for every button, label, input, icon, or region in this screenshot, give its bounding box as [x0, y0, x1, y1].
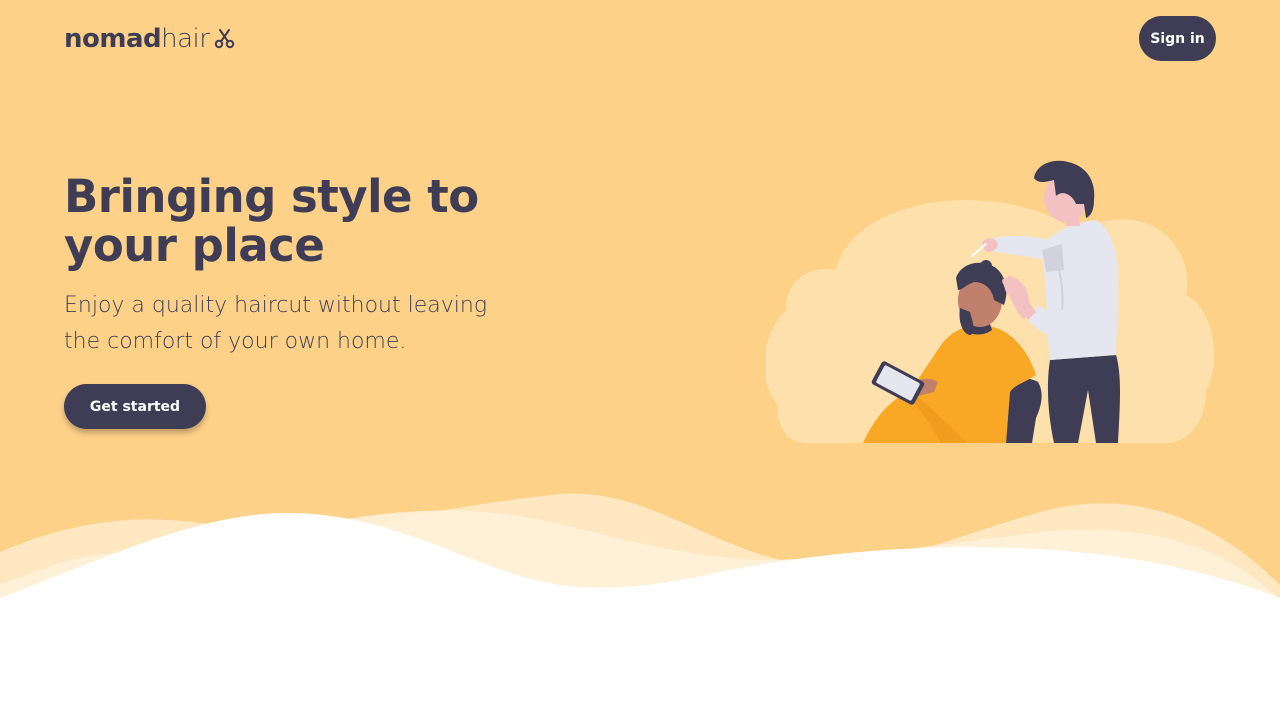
barber-illustration — [766, 160, 1215, 443]
site-header: nomad hair Sign in — [64, 16, 1216, 61]
hero-subtitle: Enjoy a quality haircut without leaving … — [64, 293, 488, 354]
sign-in-button[interactable]: Sign in — [1139, 16, 1216, 61]
hero-headline: Bringing style to your place — [64, 170, 479, 272]
get-started-button[interactable]: Get started — [64, 384, 206, 429]
scissors-icon — [213, 27, 237, 51]
logo-wordmark-light: hair — [161, 24, 210, 54]
logo[interactable]: nomad hair — [64, 22, 237, 56]
logo-wordmark-bold: nomad — [64, 24, 162, 54]
